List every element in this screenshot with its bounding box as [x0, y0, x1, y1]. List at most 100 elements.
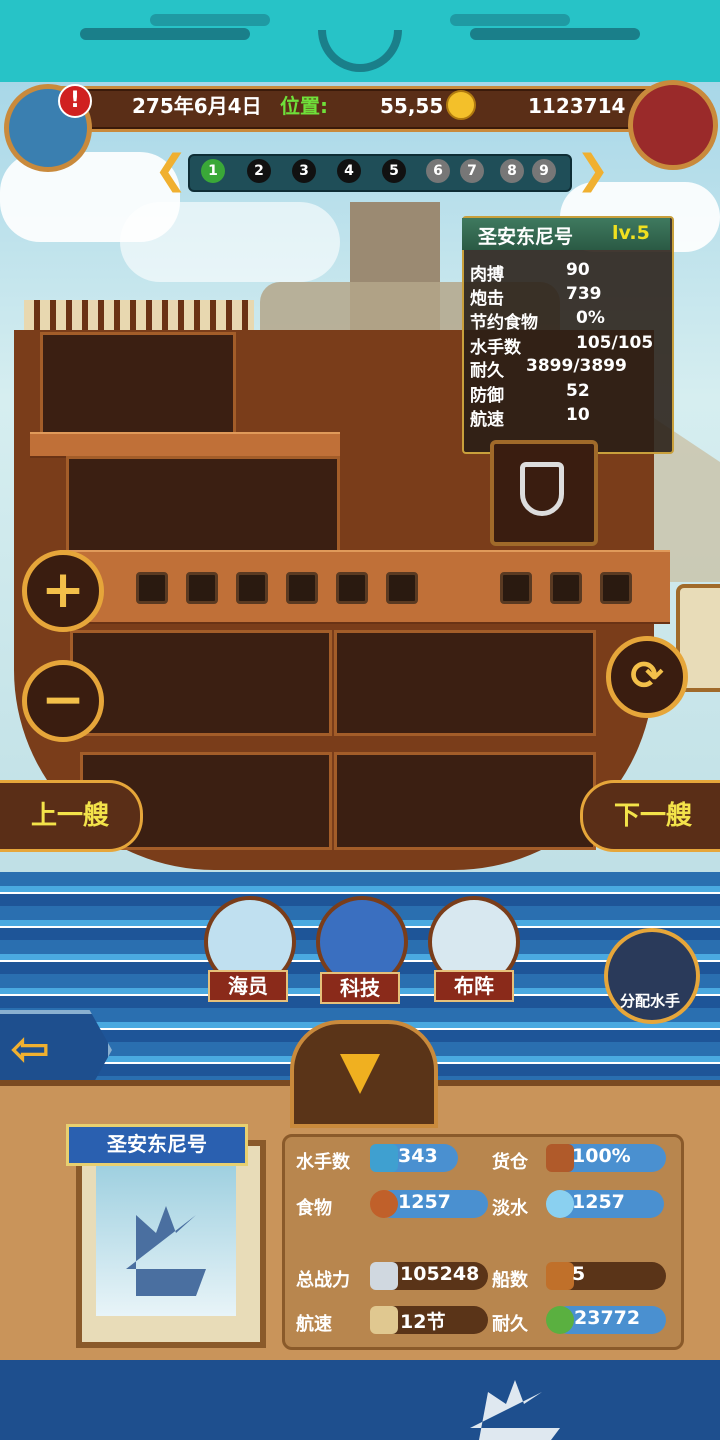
- ship-name-tag: 圣安东尼号: [66, 1124, 248, 1166]
- right-eye-line: [470, 28, 640, 40]
- gun-port: [236, 572, 268, 604]
- ship-icon: [126, 1206, 206, 1296]
- back-button[interactable]: ⇦: [0, 1010, 112, 1090]
- next-ship-button[interactable]: 下一艘: [580, 780, 720, 852]
- remove-crew-button[interactable]: −: [22, 660, 104, 742]
- mess-deck[interactable]: [66, 456, 340, 554]
- assign-sailors-label[interactable]: 分配水手: [608, 990, 692, 1011]
- game-date: 275年6月4日: [132, 94, 262, 118]
- ships-value: 5: [572, 1263, 586, 1285]
- collapse-handle[interactable]: [290, 1020, 438, 1128]
- deck-plank: [30, 432, 340, 458]
- page-dot-4[interactable]: 4: [337, 159, 361, 183]
- gun-port: [136, 572, 168, 604]
- captain-cabin[interactable]: [40, 332, 236, 438]
- page-dot-8[interactable]: 8: [500, 159, 524, 183]
- gun-port: [600, 572, 632, 604]
- crew-menu-label[interactable]: 海员: [208, 970, 288, 1002]
- crossed-swords-icon: [370, 1262, 398, 1290]
- defense-shield-button[interactable]: [490, 440, 598, 546]
- footer-sea: [0, 1360, 720, 1440]
- sailboat-icon: [370, 1306, 398, 1334]
- gun-port: [286, 572, 318, 604]
- right-brow: [450, 14, 570, 26]
- info-stat-value: 0%: [576, 308, 605, 328]
- position-label: 位置:: [280, 94, 328, 118]
- water-jug-icon: [546, 1190, 574, 1218]
- ship-portrait: [96, 1166, 236, 1316]
- gold-amount: 1123714: [528, 94, 626, 118]
- food-label: 食物: [296, 1198, 332, 1219]
- gun-port: [386, 572, 418, 604]
- treasure-chest-icon[interactable]: [628, 80, 718, 170]
- railing: [24, 300, 254, 330]
- gun-port: [336, 572, 368, 604]
- tech-menu-label[interactable]: 科技: [320, 972, 400, 1004]
- add-crew-button[interactable]: +: [22, 550, 104, 632]
- ship-portrait-frame: [76, 1140, 266, 1348]
- sailors-label: 水手数: [296, 1152, 350, 1173]
- info-stat-value: 739: [566, 284, 602, 304]
- page-dot-5[interactable]: 5: [382, 159, 406, 183]
- pager-prev-button[interactable]: ❮: [154, 148, 188, 194]
- ships-label: 船数: [492, 1270, 528, 1291]
- rotate-icon[interactable]: ⟳: [606, 636, 688, 718]
- cannon-deck-left[interactable]: [70, 630, 332, 736]
- info-stat-label: 炮击: [470, 289, 504, 309]
- alert-badge[interactable]: !: [58, 84, 92, 118]
- info-stat-value: 52: [566, 381, 590, 401]
- top-banner: [0, 0, 720, 82]
- gun-port: [500, 572, 532, 604]
- info-stat-value: 105/105: [576, 333, 654, 353]
- ship-info-level: lv.5: [612, 222, 650, 244]
- mouth: [318, 30, 402, 72]
- info-stat-value: 10: [566, 405, 590, 425]
- info-stat-value: 90: [566, 260, 590, 280]
- durability-label: 耐久: [492, 1314, 528, 1335]
- page-dot-3[interactable]: 3: [292, 159, 316, 183]
- meat-icon: [370, 1190, 398, 1218]
- gold-coin-icon: [446, 90, 476, 120]
- collapse-arrow-icon: [340, 1054, 380, 1094]
- speed-label: 航速: [296, 1314, 332, 1335]
- cargo-crate-icon: [546, 1144, 574, 1172]
- info-stat-label: 航速: [470, 410, 504, 430]
- boat-icon: [546, 1262, 574, 1290]
- page-dot-1[interactable]: 1: [201, 159, 225, 183]
- info-stat-label: 肉搏: [470, 265, 504, 285]
- page-dot-7[interactable]: 7: [460, 159, 484, 183]
- info-stat-label: 耐久: [470, 361, 504, 381]
- prev-ship-button[interactable]: 上一艘: [0, 780, 143, 852]
- cargo-value: 100%: [572, 1145, 631, 1167]
- info-stat-label: 节约食物: [470, 313, 538, 333]
- cargo-label: 货仓: [492, 1152, 528, 1173]
- left-eye-line: [80, 28, 250, 40]
- gun-port: [550, 572, 582, 604]
- power-label: 总战力: [296, 1270, 350, 1291]
- water-label: 淡水: [492, 1198, 528, 1219]
- info-stat-label: 水手数: [470, 338, 521, 358]
- speed-value: 12节: [400, 1311, 446, 1333]
- lower-deck-right[interactable]: [334, 752, 596, 850]
- gun-port: [186, 572, 218, 604]
- page-dot-9[interactable]: 9: [532, 159, 556, 183]
- position-value: 55,55: [380, 94, 444, 118]
- left-brow: [150, 14, 270, 26]
- repair-icon: [546, 1306, 574, 1334]
- shield-icon: [520, 462, 564, 516]
- ship-icon: [470, 1380, 560, 1440]
- sailors-value: 343: [398, 1145, 438, 1167]
- pager-next-button[interactable]: ❯: [576, 148, 610, 194]
- info-stat-label: 防御: [470, 386, 504, 406]
- durability-value: 23772: [574, 1307, 641, 1329]
- water-value: 1257: [572, 1191, 625, 1213]
- ship-info-name: 圣安东尼号: [478, 226, 574, 248]
- food-value: 1257: [398, 1191, 451, 1213]
- power-value: 105248: [400, 1263, 480, 1285]
- info-stat-value: 3899/3899: [526, 356, 627, 376]
- page-dot-6[interactable]: 6: [426, 159, 450, 183]
- cloud: [120, 202, 340, 282]
- cannon-deck-right[interactable]: [334, 630, 596, 736]
- page-dot-2[interactable]: 2: [247, 159, 271, 183]
- formation-menu-label[interactable]: 布阵: [434, 970, 514, 1002]
